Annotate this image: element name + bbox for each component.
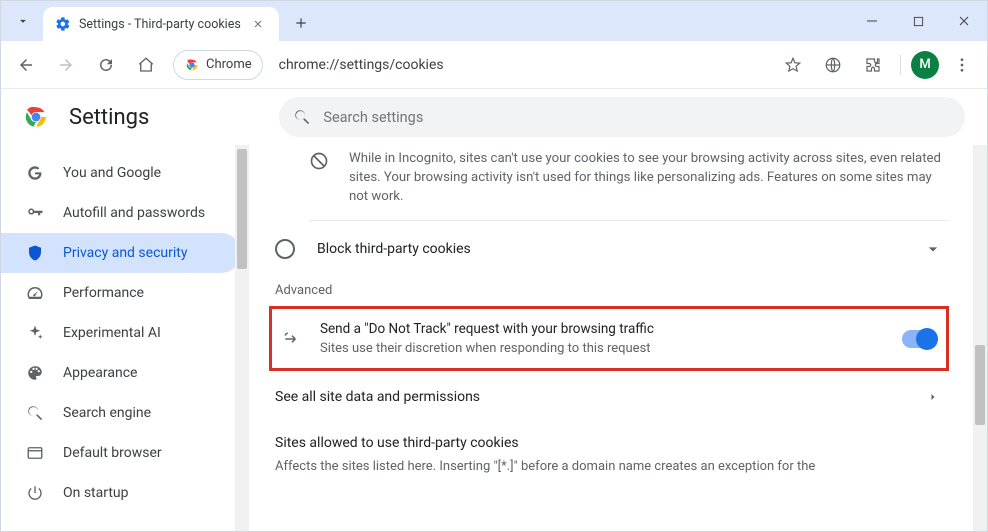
settings-sidebar: You and Google Autofill and passwords Pr… <box>1 145 249 531</box>
close-icon <box>253 19 263 29</box>
sidebar-item-label: On startup <box>63 485 129 501</box>
tab-search-dropdown[interactable] <box>7 5 39 37</box>
forward-button[interactable] <box>49 48 83 82</box>
window-icon <box>25 443 45 463</box>
back-button[interactable] <box>9 48 43 82</box>
see-all-label: See all site data and permissions <box>275 389 480 405</box>
sites-allowed-heading: Sites allowed to use third-party cookies <box>275 435 949 451</box>
home-icon <box>137 56 155 74</box>
browser-tab[interactable]: Settings - Third-party cookies <box>43 7 279 41</box>
sidebar-item-search-engine[interactable]: Search engine <box>1 393 241 433</box>
app-title: Settings <box>69 105 149 130</box>
block-third-party-label: Block third-party cookies <box>317 241 471 257</box>
dnt-title: Send a "Do Not Track" request with your … <box>320 321 654 337</box>
sites-allowed-description: Affects the sites listed here. Inserting… <box>275 459 949 474</box>
avatar-letter: M <box>919 57 930 72</box>
sidebar-item-label: Privacy and security <box>63 245 187 261</box>
sidebar-item-label: Performance <box>63 285 144 301</box>
toggle-knob-icon <box>916 328 938 350</box>
home-button[interactable] <box>129 48 163 82</box>
chevron-down-icon <box>923 239 943 259</box>
site-chip-label: Chrome <box>206 57 252 72</box>
chevron-right-icon <box>927 391 939 403</box>
incognito-info-text: While in Incognito, sites can't use your… <box>349 149 949 206</box>
maximize-icon <box>913 16 924 27</box>
see-all-site-data-link[interactable]: See all site data and permissions <box>269 371 949 423</box>
key-icon <box>25 203 45 223</box>
tab-title: Settings - Third-party cookies <box>79 17 241 32</box>
reload-button[interactable] <box>89 48 123 82</box>
window-controls <box>849 1 987 41</box>
profile-avatar[interactable]: M <box>911 51 939 79</box>
star-icon <box>784 56 802 74</box>
sidebar-item-performance[interactable]: Performance <box>1 273 241 313</box>
sidebar-item-privacy[interactable]: Privacy and security <box>1 233 241 273</box>
reload-icon <box>97 56 115 74</box>
sidebar-item-on-startup[interactable]: On startup <box>1 473 241 513</box>
sidebar-item-label: Search engine <box>63 405 151 421</box>
site-chip[interactable]: Chrome <box>173 50 263 80</box>
do-not-track-row[interactable]: Send a "Do Not Track" request with your … <box>269 306 949 371</box>
kebab-icon <box>953 56 971 74</box>
new-tab-button[interactable] <box>287 9 315 37</box>
close-icon <box>958 15 970 27</box>
browser-toolbar: Chrome chrome://settings/cookies M <box>1 41 987 89</box>
plus-icon <box>294 16 308 30</box>
arrow-right-icon <box>57 56 75 74</box>
send-arrow-icon <box>282 329 302 349</box>
app-header: Settings <box>1 89 987 145</box>
palette-icon <box>25 363 45 383</box>
search-settings-input[interactable] <box>279 97 965 137</box>
sidebar-item-autofill[interactable]: Autofill and passwords <box>1 193 241 233</box>
sidebar-item-label: Experimental AI <box>63 325 161 341</box>
window-maximize-button[interactable] <box>895 1 941 41</box>
chevron-down-icon <box>16 14 30 28</box>
sidebar-item-appearance[interactable]: Appearance <box>1 353 241 393</box>
power-icon <box>25 483 45 503</box>
omnibox-url[interactable]: chrome://settings/cookies <box>279 57 444 73</box>
chrome-logo-icon <box>23 104 49 130</box>
dnt-subtitle: Sites use their discretion when respondi… <box>320 341 654 356</box>
bookmark-button[interactable] <box>776 48 810 82</box>
sidebar-item-experimental-ai[interactable]: Experimental AI <box>1 313 241 353</box>
magnifier-icon <box>25 403 45 423</box>
search-icon <box>293 108 311 126</box>
minimize-icon <box>866 15 878 27</box>
radio-unselected-icon[interactable] <box>275 239 295 259</box>
tab-strip: Settings - Third-party cookies <box>1 1 987 41</box>
gear-icon <box>55 16 71 32</box>
sidebar-item-label: Default browser <box>63 445 162 461</box>
block-circle-icon <box>309 151 331 206</box>
sidebar-item-label: You and Google <box>63 165 161 181</box>
shield-icon <box>25 243 45 263</box>
extensions-button[interactable] <box>856 48 890 82</box>
window-close-button[interactable] <box>941 1 987 41</box>
sidebar-item-default-browser[interactable]: Default browser <box>1 433 241 473</box>
tab-close-button[interactable] <box>249 15 267 33</box>
sparkle-icon <box>25 323 45 343</box>
sidebar-item-you-and-google[interactable]: You and Google <box>1 153 241 193</box>
window-minimize-button[interactable] <box>849 1 895 41</box>
content-scrollbar[interactable] <box>973 145 987 531</box>
speedometer-icon <box>25 283 45 303</box>
sidebar-item-label: Autofill and passwords <box>63 205 205 221</box>
google-g-icon <box>25 163 45 183</box>
sidebar-item-label: Appearance <box>63 365 137 381</box>
expand-button[interactable] <box>923 239 943 259</box>
browser-menu-button[interactable] <box>945 48 979 82</box>
puzzle-icon <box>864 56 882 74</box>
arrow-left-icon <box>17 56 35 74</box>
sidebar-scrollbar[interactable] <box>235 145 249 531</box>
block-third-party-row[interactable]: Block third-party cookies <box>269 221 949 277</box>
globe-icon <box>824 56 842 74</box>
dnt-toggle[interactable] <box>902 330 936 348</box>
advanced-heading: Advanced <box>275 283 949 298</box>
chrome-icon <box>184 57 200 73</box>
globe-button[interactable] <box>816 48 850 82</box>
